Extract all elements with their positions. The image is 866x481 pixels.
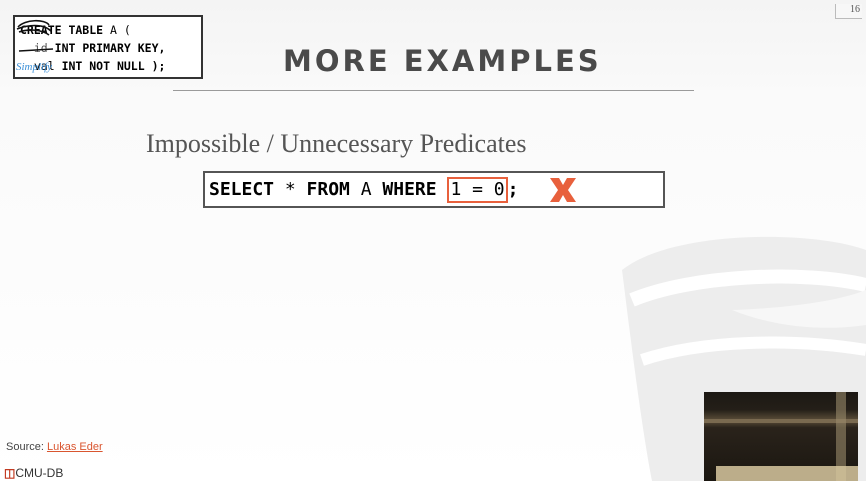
sql-terminator: ; bbox=[507, 179, 519, 200]
annotation-simplify: Simplify bbox=[16, 61, 52, 73]
source-citation: Source: Lukas Eder bbox=[6, 441, 103, 453]
cmu-db-text: CMU-DB bbox=[15, 466, 64, 480]
source-link[interactable]: Lukas Eder bbox=[47, 441, 103, 453]
handwritten-scribble-icon: Simplify bbox=[16, 19, 54, 73]
video-shelf bbox=[704, 419, 858, 423]
sql-text: * bbox=[274, 179, 307, 200]
page-title: MORE EXAMPLES bbox=[283, 44, 602, 78]
sql-keyword: WHERE bbox=[382, 179, 437, 200]
x-mark-icon bbox=[550, 178, 576, 202]
slide-number: 16 bbox=[835, 4, 862, 19]
cmu-db-logo-icon: ◫ bbox=[4, 466, 16, 480]
query-box: SELECT * FROM A WHERE 1 = 0; bbox=[203, 171, 665, 208]
source-label: Source: bbox=[6, 441, 47, 453]
video-light bbox=[716, 466, 858, 481]
sql-keyword: SELECT bbox=[209, 179, 275, 200]
sql-keyword: FROM bbox=[306, 179, 350, 200]
cmu-db-logo: ◫CMU-DB bbox=[4, 466, 63, 480]
subtitle: Impossible / Unnecessary Predicates bbox=[146, 129, 527, 158]
video-thumbnail bbox=[704, 392, 858, 481]
sql-text: A bbox=[349, 179, 383, 200]
table-definition-box: CREATE TABLE A ( id INT PRIMARY KEY, val… bbox=[13, 15, 203, 79]
title-divider bbox=[173, 90, 694, 91]
highlighted-predicate: 1 = 0 bbox=[447, 177, 508, 203]
